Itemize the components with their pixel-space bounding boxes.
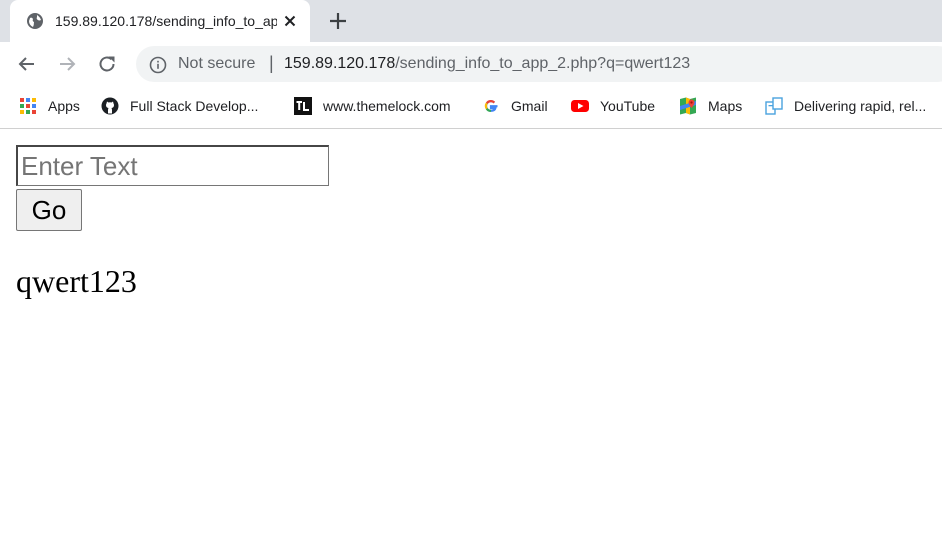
bookmark-label: Full Stack Develop... bbox=[130, 98, 259, 114]
back-arrow-icon[interactable] bbox=[15, 52, 39, 76]
address-bar[interactable]: Not secure | 159.89.120.178/sending_info… bbox=[136, 46, 942, 82]
security-status[interactable]: Not secure bbox=[178, 54, 255, 74]
bookmark-delivering[interactable]: Delivering rapid, rel... bbox=[765, 96, 926, 116]
forward-arrow-icon[interactable] bbox=[55, 52, 79, 76]
text-input[interactable] bbox=[16, 145, 329, 186]
bookmark-themelock[interactable]: www.themelock.com bbox=[294, 96, 451, 116]
tab-title: 159.89.120.178/sending_info_to_app_2.php… bbox=[55, 13, 277, 29]
new-tab-plus-icon[interactable] bbox=[326, 9, 350, 33]
bookmark-apps[interactable]: Apps bbox=[19, 96, 80, 116]
bookmark-label: www.themelock.com bbox=[323, 98, 451, 114]
browser-tab[interactable]: 159.89.120.178/sending_info_to_app_2.php… bbox=[10, 0, 310, 42]
google-icon bbox=[484, 100, 498, 112]
themelock-icon bbox=[294, 97, 312, 115]
maps-icon bbox=[680, 97, 696, 115]
globe-icon bbox=[27, 13, 43, 29]
url-host: 159.89.120.178 bbox=[284, 55, 396, 72]
apps-grid-icon bbox=[20, 98, 36, 114]
omnibox-separator: | bbox=[269, 53, 274, 73]
bookmark-maps[interactable]: Maps bbox=[679, 96, 742, 116]
bookmark-label: Maps bbox=[708, 98, 743, 114]
tab-strip: 159.89.120.178/sending_info_to_app_2.php… bbox=[0, 0, 942, 42]
url-text[interactable]: 159.89.120.178/sending_info_to_app_2.php… bbox=[284, 54, 690, 74]
bookmark-label: Delivering rapid, rel... bbox=[794, 98, 927, 114]
bookmark-gmail[interactable]: Gmail bbox=[482, 96, 548, 116]
browser-toolbar: Not secure | 159.89.120.178/sending_info… bbox=[0, 42, 942, 86]
info-icon[interactable] bbox=[149, 56, 167, 74]
reload-icon[interactable] bbox=[95, 52, 119, 76]
github-icon bbox=[101, 97, 119, 115]
bookmark-youtube[interactable]: YouTube bbox=[571, 96, 655, 116]
youtube-icon bbox=[571, 100, 589, 112]
page-icon bbox=[765, 97, 783, 115]
close-icon[interactable] bbox=[280, 11, 300, 31]
bookmark-full-stack[interactable]: Full Stack Develop... bbox=[101, 96, 258, 116]
bookmark-label: Apps bbox=[48, 98, 80, 114]
url-path: /sending_info_to_app_2.php?q=qwert123 bbox=[395, 55, 691, 72]
bookmark-label: YouTube bbox=[600, 98, 656, 114]
go-button[interactable]: Go bbox=[16, 189, 82, 231]
bookmark-label: Gmail bbox=[511, 98, 548, 114]
result-text: qwert123 bbox=[16, 263, 137, 299]
bookmarks-bar: Apps Full Stack Develop... www.themelock… bbox=[0, 86, 942, 129]
